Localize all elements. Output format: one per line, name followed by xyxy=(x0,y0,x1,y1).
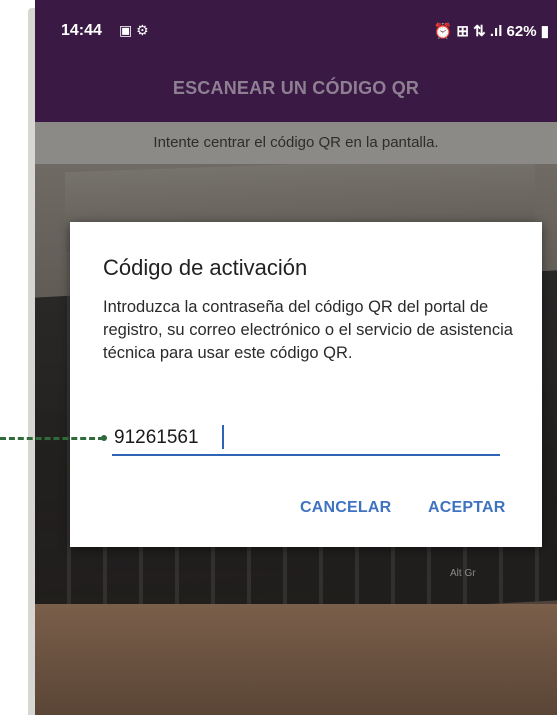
notification-icons: ▣ ⚙ xyxy=(119,22,149,38)
activation-code-input[interactable] xyxy=(112,422,500,456)
camera-desk xyxy=(35,604,557,715)
dialog-title: Código de activación xyxy=(103,255,308,280)
cancel-button[interactable]: CANCELAR xyxy=(300,499,391,517)
status-time: 14:44 xyxy=(61,22,102,39)
status-indicators: ⏰ ⊞ ⇅ .ıl 62% ▮ xyxy=(433,23,549,40)
app-bar: ESCANEAR UN CÓDIGO QR xyxy=(35,62,557,122)
status-bar: 14:44 ▣ ⚙ ⏰ ⊞ ⇅ .ıl 62% ▮ xyxy=(35,0,557,62)
accept-button[interactable]: ACEPTAR xyxy=(428,499,506,517)
keyboard-label: Alt Gr xyxy=(450,568,476,579)
text-caret xyxy=(222,425,224,449)
hint-text: Intente centrar el código QR en la panta… xyxy=(153,134,439,151)
callout-line xyxy=(0,437,104,440)
activation-dialog: Código de activación Introduzca la contr… xyxy=(70,222,542,547)
dialog-message: Introduzca la contraseña del código QR d… xyxy=(103,298,513,362)
hint-bar: Intente centrar el código QR en la panta… xyxy=(35,122,557,164)
callout-dot xyxy=(101,435,107,441)
app-title: ESCANEAR UN CÓDIGO QR xyxy=(172,78,420,98)
